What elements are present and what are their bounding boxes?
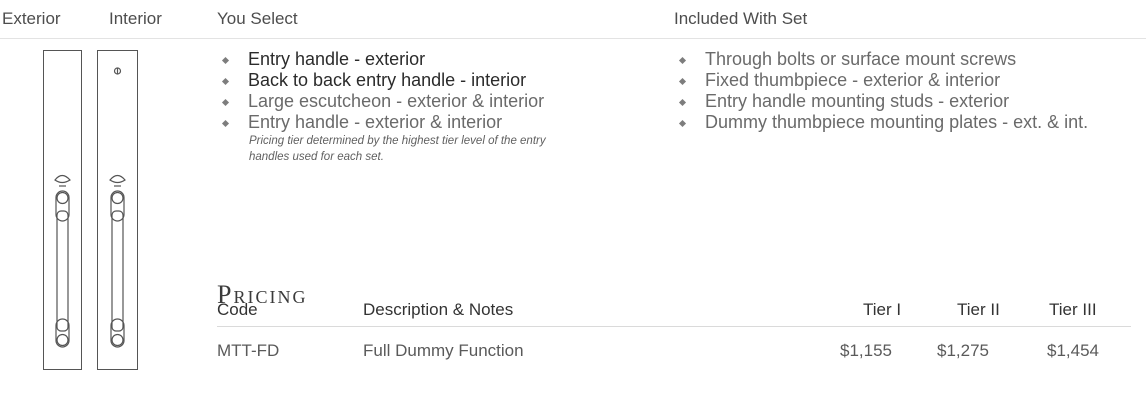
list-item: Entry handle mounting studs - exterior [674,91,1088,112]
list-item-label: Large escutcheon - exterior & interior [248,91,545,111]
cell-tier1: $1,155 [840,341,892,360]
list-item-label: Entry handle mounting studs - exterior [705,91,1010,111]
exterior-plate-illustration [43,50,82,370]
header-divider [0,38,1146,39]
cell-tier2: $1,275 [937,341,989,360]
included-header: Included With Set [674,9,808,28]
list-item: Dummy thumbpiece mounting plates - ext. … [674,112,1088,133]
column-header-tier2: Tier II [957,300,1000,319]
column-header-code: Code [217,300,258,319]
bullet-diamond-icon [221,119,230,128]
bullet-diamond-icon [678,119,687,128]
list-item: Large escutcheon - exterior & interior [217,91,544,112]
cell-description: Full Dummy Function [363,341,524,360]
list-item-label: Entry handle - exterior & interior [248,112,503,132]
list-item: Back to back entry handle - interior [217,70,544,91]
list-item-label: Dummy thumbpiece mounting plates - ext. … [705,112,1089,132]
interior-plate-illustration [97,50,138,370]
bullet-diamond-icon [221,77,230,86]
cell-code: MTT-FD [217,341,280,360]
column-header-tier1: Tier I [863,300,902,319]
list-item: Fixed thumbpiece - exterior & interior [674,70,1088,91]
interior-header: Interior [109,9,162,28]
exterior-header: Exterior [2,9,61,28]
bullet-diamond-icon [221,56,230,65]
bullet-diamond-icon [678,98,687,107]
table-header-divider [217,326,1131,327]
list-item-label: Through bolts or surface mount screws [705,49,1017,69]
column-header-tier3: Tier III [1049,300,1097,319]
column-header-description: Description & Notes [363,300,514,319]
bullet-diamond-icon [221,98,230,107]
bullet-diamond-icon [678,56,687,65]
you-select-list: Entry handle - exterior Back to back ent… [217,49,544,133]
you-select-header: You Select [217,9,298,28]
bullet-diamond-icon [678,77,687,86]
pricing-tier-note: Pricing tier determined by the highest t… [249,135,546,163]
interior-handle-icon [109,67,126,348]
exterior-handle-icon [54,174,71,348]
list-item: Entry handle - exterior [217,49,544,70]
list-item: Through bolts or surface mount screws [674,49,1088,70]
included-list: Through bolts or surface mount screws Fi… [674,49,1088,133]
cell-tier3: $1,454 [1047,341,1099,360]
list-item-label: Back to back entry handle - interior [248,70,527,90]
list-item: Entry handle - exterior & interior [217,112,544,133]
list-item-label: Fixed thumbpiece - exterior & interior [705,70,1001,90]
list-item-label: Entry handle - exterior [248,49,426,69]
